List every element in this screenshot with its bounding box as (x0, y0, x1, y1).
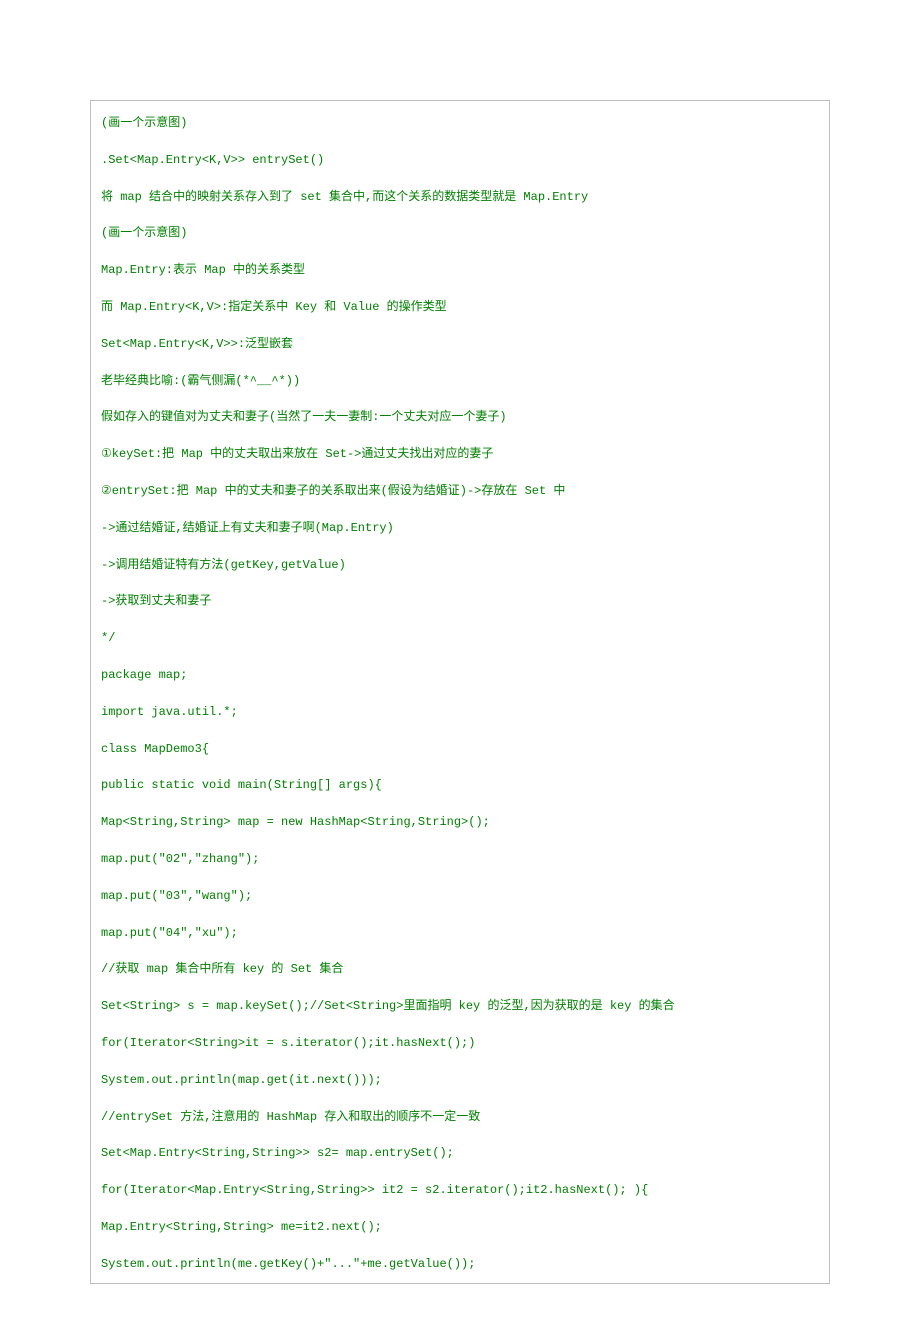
code-line: .Set<Map.Entry<K,V>> entrySet() (101, 152, 819, 169)
code-line: 老毕经典比喻:(霸气侧漏(*^__^*)) (101, 373, 819, 390)
code-line: map.put("04","xu"); (101, 925, 819, 942)
code-line: Map<String,String> map = new HashMap<Str… (101, 814, 819, 831)
code-line: import java.util.*; (101, 704, 819, 721)
code-line: ->调用结婚证特有方法(getKey,getValue) (101, 557, 819, 574)
code-line: (画一个示意图) (101, 225, 819, 242)
code-line: //获取 map 集合中所有 key 的 Set 集合 (101, 961, 819, 978)
code-line: 而 Map.Entry<K,V>:指定关系中 Key 和 Value 的操作类型 (101, 299, 819, 316)
code-line: public static void main(String[] args){ (101, 777, 819, 794)
code-line: ->通过结婚证,结婚证上有丈夫和妻子啊(Map.Entry) (101, 520, 819, 537)
code-line: Map.Entry:表示 Map 中的关系类型 (101, 262, 819, 279)
code-line: map.put("02","zhang"); (101, 851, 819, 868)
code-line: Set<Map.Entry<K,V>>:泛型嵌套 (101, 336, 819, 353)
code-line: 假如存入的键值对为丈夫和妻子(当然了一夫一妻制:一个丈夫对应一个妻子) (101, 409, 819, 426)
code-line: map.put("03","wang"); (101, 888, 819, 905)
code-line: ->获取到丈夫和妻子 (101, 593, 819, 610)
code-line: ①keySet:把 Map 中的丈夫取出来放在 Set->通过丈夫找出对应的妻子 (101, 446, 819, 463)
code-line: Set<Map.Entry<String,String>> s2= map.en… (101, 1145, 819, 1162)
code-line: class MapDemo3{ (101, 741, 819, 758)
code-line: (画一个示意图) (101, 115, 819, 132)
code-line: Map.Entry<String,String> me=it2.next(); (101, 1219, 819, 1236)
code-container: (画一个示意图) .Set<Map.Entry<K,V>> entrySet()… (90, 100, 830, 1284)
code-line: 将 map 结合中的映射关系存入到了 set 集合中,而这个关系的数据类型就是 … (101, 189, 819, 206)
code-line: System.out.println(me.getKey()+"..."+me.… (101, 1256, 819, 1273)
code-line: for(Iterator<Map.Entry<String,String>> i… (101, 1182, 819, 1199)
code-line: package map; (101, 667, 819, 684)
code-line: ②entrySet:把 Map 中的丈夫和妻子的关系取出来(假设为结婚证)->存… (101, 483, 819, 500)
code-line: */ (101, 630, 819, 647)
code-line: //entrySet 方法,注意用的 HashMap 存入和取出的顺序不一定一致 (101, 1109, 819, 1126)
code-line: Set<String> s = map.keySet();//Set<Strin… (101, 998, 819, 1015)
code-line: System.out.println(map.get(it.next())); (101, 1072, 819, 1089)
document-page: (画一个示意图) .Set<Map.Entry<K,V>> entrySet()… (0, 0, 920, 1344)
code-line: for(Iterator<String>it = s.iterator();it… (101, 1035, 819, 1052)
